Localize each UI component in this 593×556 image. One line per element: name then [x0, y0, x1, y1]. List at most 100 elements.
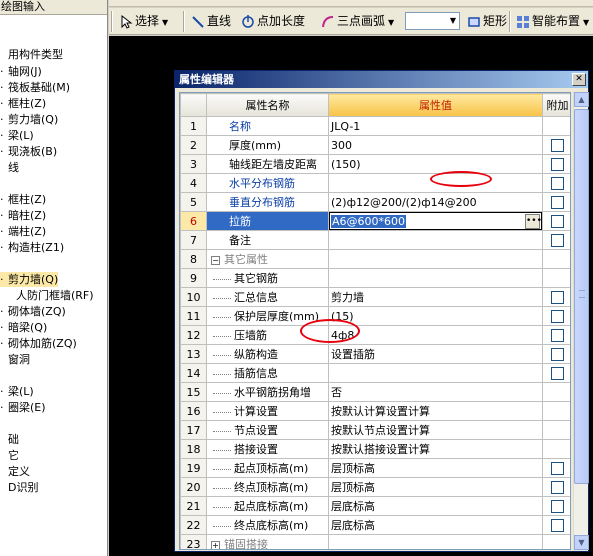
property-row[interactable]: 18 搭接设置 按默认搭接设置计算: [180, 439, 570, 459]
property-name[interactable]: 垂直分布钢筋: [206, 192, 329, 212]
property-row[interactable]: 19 起点顶标高(m) 层顶标高: [180, 458, 570, 478]
property-value[interactable]: A6@600*600 •••: [328, 211, 543, 231]
collapse-icon[interactable]: −: [211, 255, 220, 265]
property-value[interactable]: 设置插筋: [328, 344, 543, 364]
property-name[interactable]: − 其它属性: [206, 249, 329, 269]
tree-item[interactable]: · 剪力墙(Q): [0, 272, 59, 287]
property-value[interactable]: [328, 268, 543, 288]
tree-item[interactable]: D识别: [0, 480, 38, 495]
property-row[interactable]: 6 拉筋 A6@600*600 •••: [180, 211, 570, 231]
tree-item[interactable]: · 框柱(Z): [0, 192, 46, 207]
property-name[interactable]: 轴线距左墙皮距离: [206, 154, 329, 174]
property-row[interactable]: 20 终点顶标高(m) 层顶标高: [180, 477, 570, 497]
property-name[interactable]: 终点底标高(m): [206, 515, 329, 535]
tree-item[interactable]: · 轴网(J): [0, 64, 42, 79]
extra-checkbox[interactable]: [551, 328, 564, 342]
tree-item[interactable]: · 暗梁(Q): [0, 320, 47, 335]
property-name[interactable]: 插筋信息: [206, 363, 329, 383]
property-value[interactable]: 层底标高: [328, 515, 543, 535]
tree-item[interactable]: · 端柱(Z): [0, 224, 46, 239]
property-row[interactable]: 16 计算设置 按默认计算设置计算: [180, 401, 570, 421]
property-value[interactable]: 按默认计算设置计算: [328, 401, 543, 421]
property-row[interactable]: 11 保护层厚度(mm) (15): [180, 306, 570, 326]
smart-layout-button[interactable]: 智能布置 ▼: [516, 11, 589, 32]
property-value[interactable]: [328, 363, 543, 383]
extra-checkbox[interactable]: [551, 214, 564, 228]
property-value[interactable]: 层顶标高: [328, 477, 543, 497]
more-options-button[interactable]: •••: [525, 214, 542, 229]
property-name[interactable]: 备注: [206, 230, 329, 250]
property-row[interactable]: 4 水平分布钢筋: [180, 173, 570, 193]
property-value[interactable]: (2)ф12@200/(2)ф14@200: [328, 192, 543, 212]
property-row[interactable]: 10 汇总信息 剪力墙: [180, 287, 570, 307]
extra-checkbox[interactable]: [551, 290, 564, 304]
extra-checkbox[interactable]: [551, 309, 564, 323]
point-length-button[interactable]: 点加长度: [241, 11, 305, 32]
property-value[interactable]: JLQ-1: [328, 116, 543, 136]
property-value-input[interactable]: A6@600*600 •••: [329, 212, 542, 230]
extra-header[interactable]: 附加: [542, 93, 570, 117]
tree-item[interactable]: · 构造柱(Z1): [0, 240, 64, 255]
extra-checkbox[interactable]: [551, 461, 564, 475]
property-name[interactable]: 起点顶标高(m): [206, 458, 329, 478]
tree-item[interactable]: · 现浇板(B): [0, 144, 57, 159]
property-row[interactable]: 15 水平钢筋拐角增 否: [180, 382, 570, 402]
tree-item[interactable]: · 暗柱(Z): [0, 208, 46, 223]
property-row[interactable]: 17 节点设置 按默认节点设置计算: [180, 420, 570, 440]
property-name[interactable]: 名称: [206, 116, 329, 136]
property-row[interactable]: 8− 其它属性: [180, 249, 570, 269]
property-name[interactable]: 计算设置: [206, 401, 329, 421]
property-row[interactable]: 7 备注: [180, 230, 570, 250]
tree-item[interactable]: 它: [0, 448, 19, 463]
property-value[interactable]: 按默认节点设置计算: [328, 420, 543, 440]
property-value[interactable]: [328, 534, 543, 549]
extra-checkbox[interactable]: [551, 195, 564, 209]
vertical-scrollbar[interactable]: ▲ ▼: [573, 92, 589, 550]
dialog-titlebar[interactable]: 属性编辑器 ✕: [175, 71, 588, 88]
expand-icon[interactable]: +: [211, 540, 220, 549]
property-value[interactable]: 层底标高: [328, 496, 543, 516]
property-name[interactable]: 汇总信息: [206, 287, 329, 307]
property-row[interactable]: 23 + 锚固搭接: [180, 534, 570, 549]
line-button[interactable]: 直线: [191, 11, 231, 32]
select-button[interactable]: 选择 ▼: [119, 11, 168, 32]
property-row[interactable]: 13 纵筋构造 设置插筋: [180, 344, 570, 364]
property-value-header[interactable]: 属性值: [328, 93, 543, 117]
scroll-down-button[interactable]: ▼: [574, 535, 589, 550]
property-value[interactable]: 4ф8: [328, 325, 543, 345]
extra-checkbox[interactable]: [551, 176, 564, 190]
tree-item[interactable]: 用构件类型: [0, 47, 63, 62]
tree-item[interactable]: · 筏板基础(M): [0, 80, 70, 95]
property-name[interactable]: 起点底标高(m): [206, 496, 329, 516]
property-value[interactable]: 剪力墙: [328, 287, 543, 307]
extra-checkbox[interactable]: [551, 499, 564, 513]
extra-checkbox[interactable]: [551, 138, 564, 152]
property-value[interactable]: 按默认搭接设置计算: [328, 439, 543, 459]
property-name[interactable]: 纵筋构造: [206, 344, 329, 364]
extra-checkbox[interactable]: [551, 480, 564, 494]
scroll-up-button[interactable]: ▲: [574, 92, 589, 107]
property-name[interactable]: 其它钢筋: [206, 268, 329, 288]
property-row[interactable]: 9 其它钢筋: [180, 268, 570, 288]
property-row[interactable]: 3 轴线距左墙皮距离 (150): [180, 154, 570, 174]
property-value[interactable]: [328, 249, 543, 269]
property-name[interactable]: 搭接设置: [206, 439, 329, 459]
arc-option-combo[interactable]: ▼: [405, 12, 460, 30]
scrollbar-thumb[interactable]: [574, 109, 589, 484]
property-row[interactable]: 12 压墙筋 4ф8: [180, 325, 570, 345]
tree-item[interactable]: · 剪力墙(Q): [0, 112, 58, 127]
property-row[interactable]: 14 插筋信息: [180, 363, 570, 383]
property-name[interactable]: 节点设置: [206, 420, 329, 440]
property-value[interactable]: 层顶标高: [328, 458, 543, 478]
property-name-header[interactable]: 属性名称: [206, 93, 329, 117]
extra-checkbox[interactable]: [551, 233, 564, 247]
property-row[interactable]: 5 垂直分布钢筋 (2)ф12@200/(2)ф14@200: [180, 192, 570, 212]
tree-item[interactable]: · 砌体加筋(ZQ): [0, 336, 77, 351]
property-name[interactable]: + 锚固搭接: [206, 534, 329, 549]
property-name[interactable]: 厚度(mm): [206, 135, 329, 155]
rectangle-button[interactable]: 矩形: [467, 11, 507, 32]
property-value[interactable]: 300: [328, 135, 543, 155]
property-name[interactable]: 终点顶标高(m): [206, 477, 329, 497]
property-row[interactable]: 1 名称 JLQ-1: [180, 116, 570, 136]
extra-checkbox[interactable]: [551, 347, 564, 361]
